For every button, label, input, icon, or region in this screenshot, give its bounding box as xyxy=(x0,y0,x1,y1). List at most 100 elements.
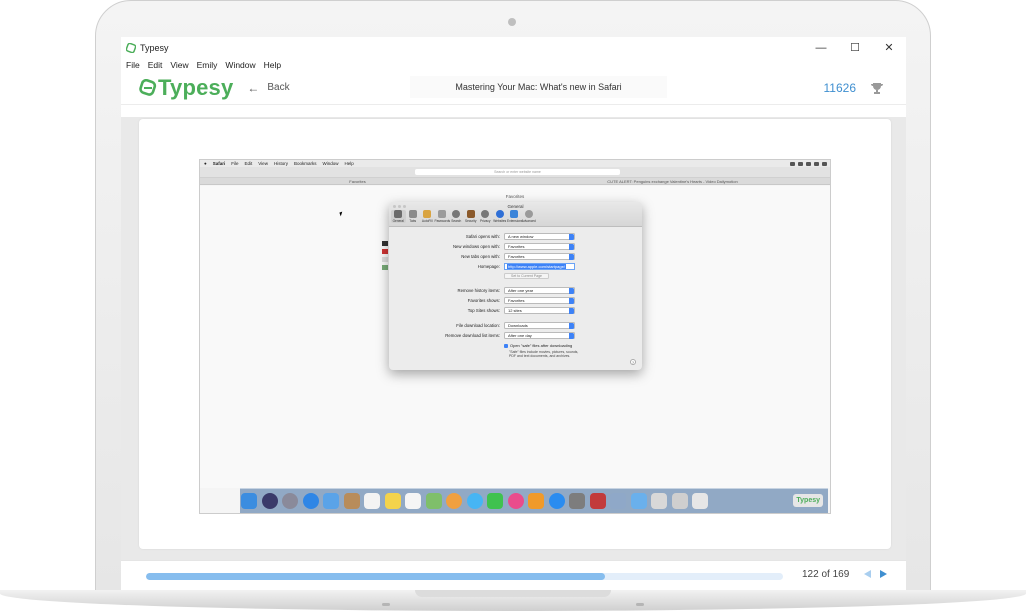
menu-window[interactable]: Window xyxy=(225,60,255,70)
app-store-icon xyxy=(548,493,565,509)
pencil-icon xyxy=(423,210,432,218)
laptop-foot xyxy=(382,603,390,606)
key-icon xyxy=(437,210,446,218)
reminders-icon xyxy=(405,493,421,509)
pref-row: Set to Current Page xyxy=(389,273,642,280)
documents-stack-icon xyxy=(651,493,667,509)
arrow-left-icon: ← xyxy=(247,80,260,95)
prefs-tabs: General Tabs AutoFill Passwords Search S… xyxy=(391,210,536,223)
system-preferences-icon xyxy=(569,493,585,509)
pref-select: Downloads xyxy=(504,322,575,329)
checkbox-checked-icon xyxy=(504,344,508,348)
facetime-icon xyxy=(487,493,503,509)
app-window: Typesy — ☐ ✕ File Edit View Emily Window… xyxy=(121,37,906,590)
ibooks-icon xyxy=(528,493,544,509)
notes-icon xyxy=(384,493,401,509)
siri-icon xyxy=(261,493,278,509)
close-button[interactable]: ✕ xyxy=(872,37,906,59)
pref-select: After one year xyxy=(504,287,575,294)
homepage-field: http://www.apple.com/startpage/ xyxy=(504,263,575,270)
search-icon xyxy=(452,210,461,218)
contacts-icon xyxy=(343,493,360,509)
prefs-tab-passwords: Passwords xyxy=(435,210,450,223)
pref-select: 12 sites xyxy=(504,307,575,314)
brand[interactable]: Typesy xyxy=(138,75,233,101)
menu-bar: File Edit View Emily Window Help xyxy=(121,59,906,71)
laptop-camera xyxy=(508,18,516,26)
safari-toolbar: Search or enter website name xyxy=(200,167,830,178)
menu-emily[interactable]: Emily xyxy=(197,60,218,70)
open-safe-files-checkbox: Open "safe" files after downloading xyxy=(504,343,572,349)
back-label: Back xyxy=(267,82,290,93)
pref-select: After one day xyxy=(504,332,575,339)
back-button[interactable]: ← Back xyxy=(247,81,289,95)
downloads-folder-icon xyxy=(630,493,647,509)
next-page-button[interactable] xyxy=(880,570,887,578)
lesson-progress-bar[interactable] xyxy=(146,573,783,580)
preview-icon xyxy=(610,493,626,509)
mac-menu-history: History xyxy=(273,161,288,166)
pref-row: New windows open with: Favorites xyxy=(389,243,642,250)
photos-icon xyxy=(446,493,462,509)
documents-stack-icon xyxy=(671,493,688,509)
photo-booth-icon xyxy=(589,493,606,509)
safari-address-bar: Search or enter website name xyxy=(415,169,620,175)
pref-row: Remove history items: After one year xyxy=(389,287,642,294)
prefs-tab-tabs: Tabs xyxy=(406,210,421,223)
laptop-foot xyxy=(636,603,644,606)
trash-icon xyxy=(692,493,708,509)
mac-dock: Typesy xyxy=(240,488,828,513)
mac-menu-window: Window xyxy=(322,161,339,166)
pref-row: Homepage: http://www.apple.com/startpage… xyxy=(389,263,642,270)
mail-icon xyxy=(323,493,339,509)
mac-menu-view: View xyxy=(258,161,268,166)
launchpad-icon xyxy=(282,493,298,509)
prefs-tab-extensions: Extensions xyxy=(507,210,523,223)
calendar-icon xyxy=(364,493,380,509)
pref-row: New tabs open with: Favorites xyxy=(389,253,642,260)
gear-icon xyxy=(394,210,403,218)
lesson-screenshot: ● Safari File Edit View History Bookmark… xyxy=(199,159,831,514)
menu-file[interactable]: File xyxy=(126,60,140,70)
menu-edit[interactable]: Edit xyxy=(148,60,163,70)
prefs-tab-advanced: Advanced xyxy=(522,210,537,223)
lesson-content-area: ● Safari File Edit View History Bookmark… xyxy=(121,117,906,560)
prefs-title: General xyxy=(507,204,524,209)
safari-tab: Favorites xyxy=(349,179,366,184)
safari-tab: CUTE ALERT: Penguins exchange Valentine'… xyxy=(607,179,738,184)
puzzle-icon xyxy=(510,210,519,218)
pref-select: Favorites xyxy=(504,297,575,304)
hand-icon xyxy=(481,210,490,218)
prefs-tab-general: General xyxy=(391,210,406,223)
menu-view[interactable]: View xyxy=(170,60,188,70)
safe-files-note: "Safe" files include movies, pictures, s… xyxy=(509,350,579,359)
dock-icons xyxy=(241,493,713,509)
safari-tabs: Favorites CUTE ALERT: Penguins exchange … xyxy=(200,178,830,185)
trophy-icon[interactable] xyxy=(870,81,884,95)
help-icon: ? xyxy=(630,359,636,365)
mouse-cursor-icon xyxy=(339,211,344,217)
prefs-header: General General Tabs AutoFill Passwords … xyxy=(389,202,642,227)
prefs-tab-search: Search xyxy=(449,210,464,223)
pref-row: Safari opens with: A new window xyxy=(389,233,642,240)
safari-preferences-window: General General Tabs AutoFill Passwords … xyxy=(389,202,642,370)
pref-row: Top Sites shows: 12 sites xyxy=(389,307,642,314)
lesson-progress-fill xyxy=(146,573,605,580)
shield-icon xyxy=(466,210,475,218)
previous-page-button[interactable] xyxy=(864,570,871,578)
safari-icon xyxy=(302,493,319,509)
set-current-page-button: Set to Current Page xyxy=(504,273,549,279)
mac-menu-safari: Safari xyxy=(212,161,226,166)
pref-row: Favorites shows: Favorites xyxy=(389,297,642,304)
mac-menu-help: Help xyxy=(344,161,354,166)
maximize-button[interactable]: ☐ xyxy=(838,37,872,59)
typesy-logo-icon xyxy=(139,78,157,96)
minimize-button[interactable]: — xyxy=(804,37,838,59)
mac-menu-edit: Edit xyxy=(244,161,253,166)
lesson-title: Mastering Your Mac: What's new in Safari xyxy=(410,76,667,98)
title-bar: Typesy — ☐ ✕ xyxy=(121,37,906,59)
prefs-tab-privacy: Privacy xyxy=(478,210,493,223)
tabs-icon xyxy=(408,210,417,218)
dock-typesy-app: Typesy xyxy=(793,494,823,507)
menu-help[interactable]: Help xyxy=(264,60,281,70)
